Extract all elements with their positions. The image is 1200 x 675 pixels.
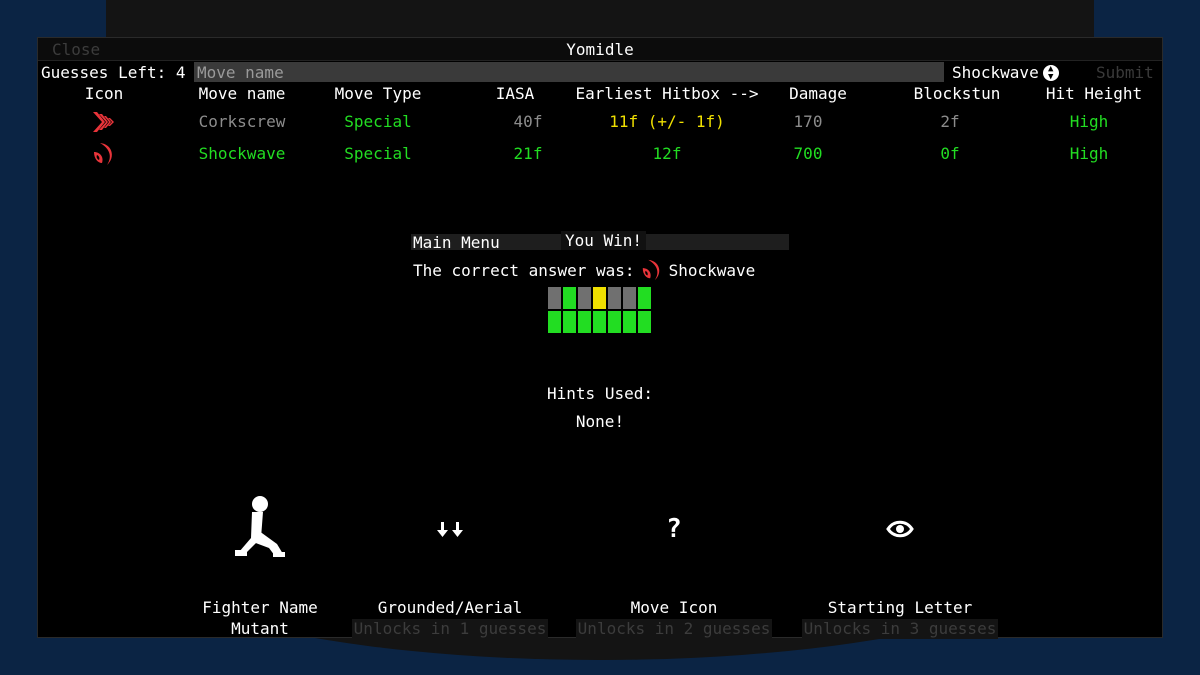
cell-hitbox: 12f [652, 144, 682, 163]
grid-cell-correct [608, 311, 621, 333]
guess-bar: Guesses Left: 4 Shockwave ▲▼ Submit [38, 60, 1162, 84]
submit-button[interactable]: Submit [1096, 63, 1154, 82]
hint-locked-text: Unlocks in 3 guesses [802, 619, 998, 639]
main-menu-button[interactable]: Main Menu [413, 233, 500, 252]
cell-move-type: Special [344, 112, 412, 131]
hint-fighter-name: Fighter Name Mutant [162, 484, 358, 639]
cell-hit-height: High [1069, 112, 1109, 131]
cell-move-name: Corkscrew [198, 112, 286, 131]
move-name-input[interactable] [194, 62, 944, 82]
grid-cell-correct [593, 311, 606, 333]
grid-cell-correct [638, 287, 651, 309]
hints-used-value: None! [575, 412, 625, 431]
header-hit-height: Hit Height [1045, 84, 1143, 103]
hints-used-label: Hints Used: [547, 384, 653, 403]
grid-cell-wrong [548, 287, 561, 309]
shockwave-icon [639, 258, 665, 282]
grid-cell-correct [638, 311, 651, 333]
title-bar: Close Yomidle [38, 38, 1162, 61]
grid-cell-correct [563, 311, 576, 333]
grid-cell-wrong [608, 287, 621, 309]
down-arrows-icon [352, 484, 548, 574]
hint-move-icon: ? Move Icon Unlocks in 2 guesses [576, 484, 772, 639]
header-move-type: Move Type [334, 84, 422, 103]
cell-hit-height: High [1069, 144, 1109, 163]
cell-move-name: Shockwave [198, 144, 286, 163]
header-icon: Icon [84, 84, 124, 103]
hint-title: Grounded/Aerial [377, 598, 523, 617]
grid-cell-close [593, 287, 606, 309]
corkscrew-icon [90, 109, 118, 135]
grid-cell-wrong [623, 287, 636, 309]
header-iasa: IASA [495, 84, 535, 103]
up-down-arrows-icon: ▲ ▼ [1042, 64, 1059, 81]
fighter-silhouette-icon [162, 484, 358, 574]
header-move-name: Move name [198, 84, 286, 103]
correct-answer: The correct answer was: Shockwave [413, 258, 755, 282]
table-row: Shockwave Special 21f 12f 700 0f High [38, 141, 1162, 169]
guess-history-grid [548, 287, 651, 333]
grid-cell-wrong [578, 287, 591, 309]
win-message: You Win! [561, 231, 647, 250]
hint-locked-text: Unlocks in 1 guesses [352, 619, 548, 639]
hint-title: Fighter Name [202, 598, 318, 617]
question-mark-icon: ? [666, 514, 682, 544]
grid-cell-correct [548, 311, 561, 333]
move-select-value: Shockwave [952, 63, 1039, 82]
table-row: Corkscrew Special 40f 11f (+/- 1f) 170 2… [38, 109, 1162, 137]
hint-value: Mutant [231, 619, 289, 638]
cell-iasa: 21f [513, 144, 543, 163]
cell-damage: 700 [793, 144, 823, 163]
move-select[interactable]: Shockwave ▲ ▼ [952, 63, 1059, 82]
table-header: Icon Move name Move Type IASA Earliest H… [38, 84, 1162, 106]
hint-grounded-aerial: Grounded/Aerial Unlocks in 1 guesses [352, 484, 548, 639]
header-blockstun: Blockstun [913, 84, 1001, 103]
hint-locked-text: Unlocks in 2 guesses [576, 619, 772, 639]
guesses-left: Guesses Left: 4 [41, 63, 186, 82]
window-title: Yomidle [566, 40, 634, 59]
grid-cell-correct [563, 287, 576, 309]
hint-title: Starting Letter [827, 598, 973, 617]
correct-answer-value: Shockwave [668, 260, 756, 280]
header-earliest-hitbox: Earliest Hitbox --> [575, 84, 759, 103]
hint-title: Move Icon [630, 598, 718, 617]
cell-blockstun: 0f [940, 144, 960, 163]
correct-answer-label: The correct answer was: [413, 260, 635, 280]
eye-icon [802, 484, 998, 574]
cell-iasa: 40f [513, 112, 543, 131]
shockwave-icon [90, 141, 118, 167]
cell-hitbox: 11f (+/- 1f) [609, 112, 725, 131]
hint-starting-letter: Starting Letter Unlocks in 3 guesses [802, 484, 998, 639]
grid-cell-correct [623, 311, 636, 333]
cell-blockstun: 2f [940, 112, 960, 131]
cell-damage: 170 [793, 112, 823, 131]
grid-cell-correct [578, 311, 591, 333]
cell-move-type: Special [344, 144, 412, 163]
game-window: Close Yomidle Guesses Left: 4 Shockwave … [37, 37, 1163, 639]
header-damage: Damage [789, 84, 847, 103]
